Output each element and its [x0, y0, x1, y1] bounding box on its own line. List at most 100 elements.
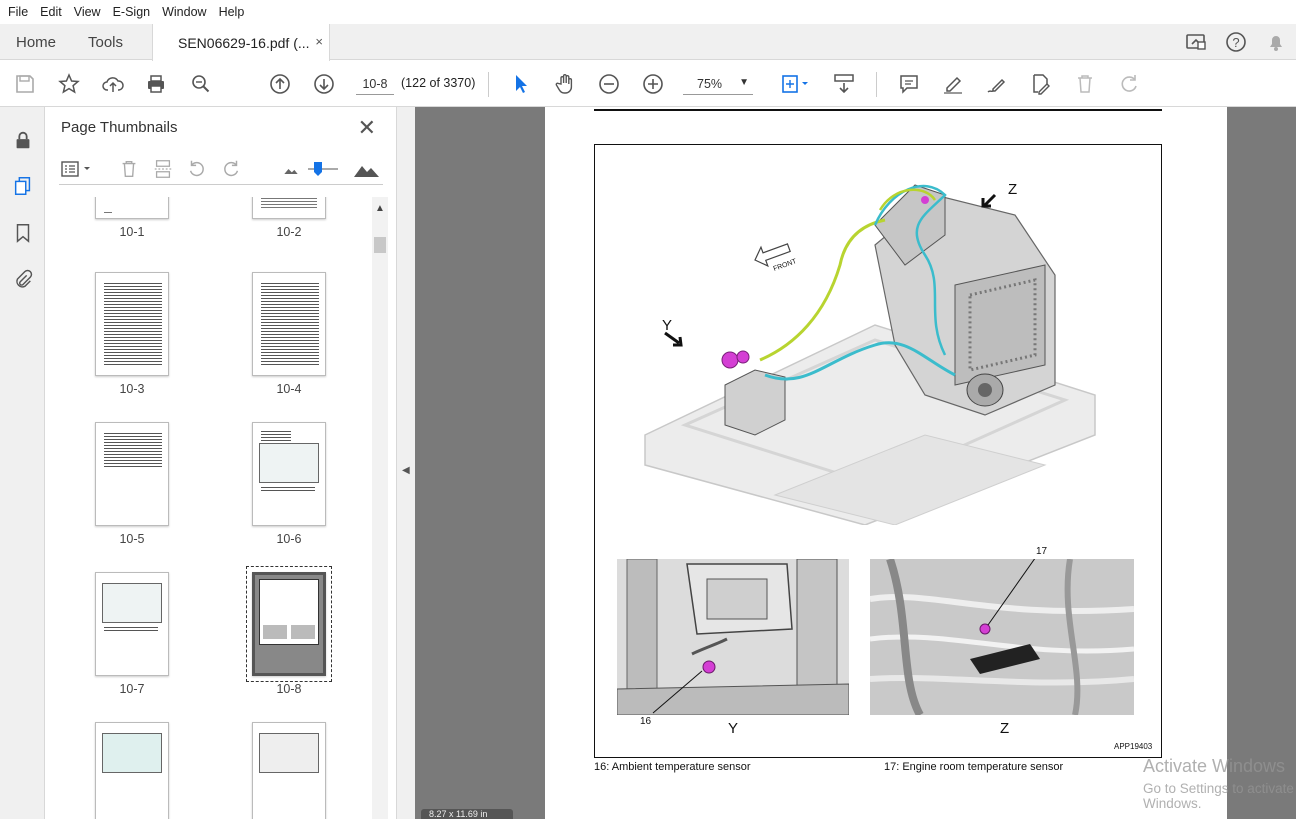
close-tab-icon[interactable]: ×	[315, 34, 323, 49]
pdf-page: Y Z FRONT 16 Y 17 Z APP19403 16: Ambient…	[545, 107, 1227, 819]
tab-document[interactable]: SEN06629-16.pdf (... ×	[152, 24, 330, 61]
delete-pages-icon[interactable]	[117, 157, 141, 181]
figure-frame: Y Z FRONT 16 Y 17 Z APP19403	[594, 144, 1162, 758]
thumbnail-label: 10-1	[119, 225, 145, 239]
draw-freehand-icon[interactable]	[984, 71, 1010, 97]
callout-16: 16	[640, 716, 652, 727]
caption-ambient-sensor: 16: Ambient temperature sensor	[594, 761, 751, 773]
scrollbar-thumb[interactable]	[374, 237, 386, 253]
delete-trash-icon[interactable]	[1072, 71, 1098, 97]
page-header-rule	[594, 109, 1162, 111]
zoom-in-icon[interactable]	[640, 71, 666, 97]
tab-tools[interactable]: Tools	[88, 24, 123, 60]
thumbnail-page[interactable]	[252, 722, 326, 819]
attachments-paperclip-icon[interactable]	[10, 266, 36, 292]
main-toolbar: 10-8 (122 of 3370) 75% ▼	[0, 61, 1296, 107]
thumbnail-label: 10-5	[119, 532, 145, 546]
notifications-bell-icon[interactable]	[1264, 30, 1288, 57]
scroll-up-icon[interactable]: ▲	[375, 203, 385, 214]
figure-id: APP19403	[1114, 742, 1153, 751]
fit-page-icon[interactable]	[778, 71, 812, 97]
extract-pages-icon[interactable]	[151, 157, 175, 181]
print-icon[interactable]	[143, 71, 169, 97]
thumbnail-label: 10-6	[276, 532, 302, 546]
thumbnail-size-large-icon[interactable]	[353, 157, 381, 181]
page-size-indicator: 8.27 x 11.69 in	[421, 809, 513, 819]
menu-file[interactable]: File	[2, 5, 34, 19]
tab-document-label: SEN06629-16.pdf (...	[178, 34, 310, 51]
hand-tool-icon[interactable]	[552, 71, 578, 97]
thumbnail-page[interactable]	[252, 422, 326, 526]
thumbnail-page[interactable]	[252, 272, 326, 376]
page-number-input[interactable]: 10-8	[356, 73, 394, 95]
thumbnail-label: 10-3	[119, 382, 145, 396]
menu-esign[interactable]: E-Sign	[107, 5, 157, 19]
upload-cloud-icon[interactable]	[100, 71, 126, 97]
bookmark-star-icon[interactable]	[56, 71, 82, 97]
label-y-pointer: Y	[662, 317, 673, 334]
fill-sign-icon[interactable]	[1028, 71, 1054, 97]
share-screen-icon[interactable]	[1184, 30, 1208, 57]
menu-view[interactable]: View	[68, 5, 107, 19]
page-thumbnails-panel: Page Thumbnails ✕ 10-1 10-2 10-3 10-4 10…	[45, 107, 397, 819]
page-thumbnails-icon[interactable]	[10, 173, 36, 199]
zoom-search-icon[interactable]	[188, 71, 214, 97]
menu-edit[interactable]: Edit	[34, 5, 68, 19]
lock-icon[interactable]	[10, 127, 36, 153]
thumbnail-page[interactable]	[95, 572, 169, 676]
next-page-icon[interactable]	[311, 71, 337, 97]
zoom-out-icon[interactable]	[596, 71, 622, 97]
thumbnail-grid: 10-1 10-2 10-3 10-4 10-5 10-6 10-7 10-8	[59, 197, 373, 819]
menu-help[interactable]: Help	[213, 5, 251, 19]
photo-y-label: Y	[728, 720, 739, 737]
rotate-left-icon[interactable]	[185, 157, 209, 181]
thumbnail-page[interactable]	[95, 272, 169, 376]
thumbnail-label: 10-8	[276, 682, 302, 696]
activate-windows-watermark: Activate Windows	[1143, 756, 1286, 776]
panel-splitter[interactable]: ◀	[397, 107, 415, 819]
highlight-pen-icon[interactable]	[940, 71, 966, 97]
thumbnail-page[interactable]	[95, 722, 169, 819]
select-cursor-icon[interactable]	[508, 71, 534, 97]
rotate-right-icon[interactable]	[219, 157, 243, 181]
toolbar-divider	[876, 72, 877, 97]
document-viewer[interactable]: Y Z FRONT 16 Y 17 Z APP19403 16: Ambient…	[415, 107, 1296, 819]
zoom-level-value: 75%	[697, 76, 723, 91]
thumbnail-label: 10-7	[119, 682, 145, 696]
photo-z-label: Z	[1000, 720, 1010, 737]
thumbnail-toolbar	[59, 155, 383, 185]
callout-17: 17	[1036, 546, 1048, 557]
redo-icon[interactable]	[1116, 71, 1142, 97]
page-count: (122 of 3370)	[401, 76, 476, 90]
thumbnail-scrollbar[interactable]: ▲	[372, 197, 388, 819]
activate-windows-subtext: Go to Settings to activate Windows.	[1143, 781, 1294, 811]
comment-icon[interactable]	[896, 71, 922, 97]
save-icon[interactable]	[12, 71, 38, 97]
caption-engine-room-sensor: 17: Engine room temperature sensor	[884, 761, 1064, 773]
zoom-level-select[interactable]: 75% ▼	[683, 73, 753, 95]
bookmarks-icon[interactable]	[10, 220, 36, 246]
tab-home[interactable]: Home	[16, 24, 56, 60]
thumbnail-page[interactable]	[95, 422, 169, 526]
close-panel-icon[interactable]: ✕	[358, 115, 376, 141]
svg-text:?: ?	[1232, 35, 1239, 50]
menu-window[interactable]: Window	[156, 5, 212, 19]
thumbnail-size-small-icon[interactable]	[279, 157, 303, 181]
scroll-mode-icon[interactable]	[831, 71, 857, 97]
label-z-pointer: Z	[1008, 181, 1018, 198]
thumbnail-size-slider[interactable]	[305, 157, 341, 181]
left-navigation-rail	[0, 107, 45, 819]
help-icon[interactable]: ?	[1224, 30, 1248, 57]
toolbar-divider	[488, 72, 489, 97]
thumbnail-page[interactable]	[95, 197, 169, 219]
photo-y	[617, 559, 849, 715]
thumbnail-label: 10-2	[276, 225, 302, 239]
collapse-panel-icon[interactable]: ◀	[402, 465, 410, 476]
thumbnail-page[interactable]	[252, 572, 326, 676]
thumbnail-options-icon[interactable]	[59, 157, 95, 181]
thumbnail-page[interactable]	[252, 197, 326, 219]
photo-z	[870, 559, 1134, 715]
panel-title: Page Thumbnails	[61, 119, 178, 136]
menu-bar: File Edit View E-Sign Window Help	[0, 0, 1296, 24]
previous-page-icon[interactable]	[267, 71, 293, 97]
